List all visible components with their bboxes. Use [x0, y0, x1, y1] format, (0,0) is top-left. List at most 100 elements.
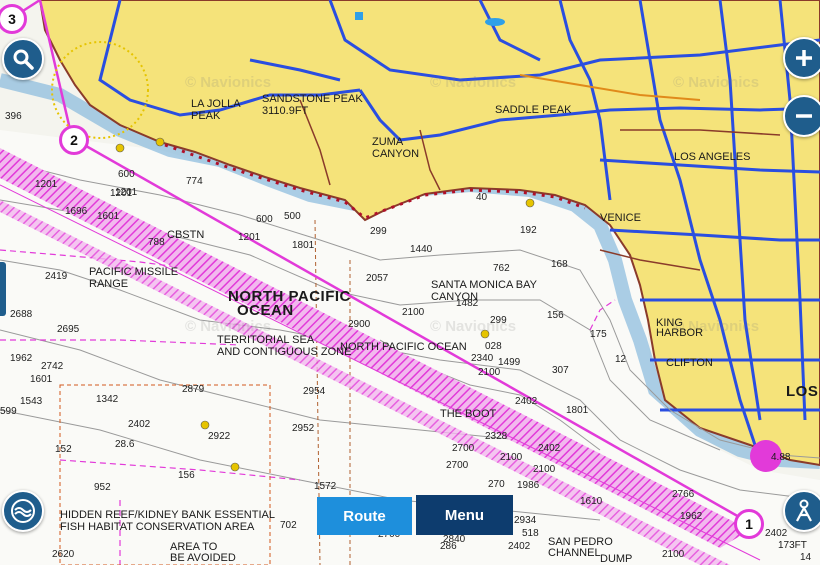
dump-label: DUMP	[600, 553, 633, 565]
channel-label: CHANNEL	[548, 547, 601, 559]
menu-button[interactable]: Menu	[416, 495, 513, 535]
watermark: © Navionics	[185, 318, 272, 335]
depth-sounding: 156	[547, 310, 564, 321]
habitat-label: HIDDEN REEF/KIDNEY BANK ESSENTIAL	[60, 509, 275, 521]
peak-height: 3110.9FT	[262, 105, 309, 117]
avoid-label: BE AVOIDED	[170, 552, 236, 564]
depth-sounding: 2879	[182, 384, 205, 395]
depth-sounding: 2402	[538, 443, 561, 454]
depth-sounding: 1201	[238, 232, 261, 243]
depth-sounding: 28.6	[115, 439, 135, 450]
depth-sounding: 2402	[515, 396, 538, 407]
depth-sounding: 774	[186, 176, 203, 187]
depth-sounding: 14	[800, 552, 812, 563]
side-panel-handle[interactable]	[0, 262, 6, 316]
watermark: © Navionics	[185, 74, 272, 91]
depth-sounding: 175	[590, 329, 607, 340]
depth-sounding: 2100	[533, 464, 556, 475]
layers-button[interactable]	[2, 490, 44, 532]
waypoint-number: 3	[8, 11, 16, 27]
depth-sounding: 1696	[65, 206, 88, 217]
depth-sounding: 518	[522, 528, 539, 539]
depth-sounding: 028	[485, 341, 502, 352]
peak-label: LA JOLLA	[191, 98, 241, 110]
depth-sounding: 2695	[57, 324, 80, 335]
depth-sounding: 192	[520, 225, 537, 236]
depth-sounding: 270	[488, 479, 505, 490]
depth-sounding: 1342	[96, 394, 119, 405]
depth-sounding: 2402	[508, 541, 531, 552]
depth-sounding: 299	[370, 226, 387, 237]
harbor-label: HARBOR	[656, 327, 704, 339]
height-label: 173FT	[778, 540, 807, 551]
waypoint-2[interactable]: 2	[59, 125, 89, 155]
range-label: RANGE	[89, 278, 129, 290]
zoom-out-button[interactable]	[783, 95, 820, 137]
depth-sounding: 1201	[110, 188, 133, 199]
route-button[interactable]: Route	[317, 497, 412, 535]
depth-sounding: 2328	[485, 431, 508, 442]
depth-sounding: 2922	[208, 431, 231, 442]
depth-sounding: 500	[284, 211, 301, 222]
search-button[interactable]	[2, 38, 44, 80]
depth-sounding: 1601	[30, 374, 53, 385]
depth-sounding: 2419	[45, 271, 68, 282]
zone-label: AND CONTIGUOUS ZONE	[217, 346, 352, 358]
depth-sounding: 1986	[517, 480, 540, 491]
depth-sounding: 286	[440, 541, 457, 552]
feature-label: THE BOOT	[440, 408, 497, 420]
depth-sounding: 40	[476, 192, 488, 203]
depth-sounding: 2057	[366, 273, 389, 284]
depth-sounding: 2620	[52, 549, 75, 560]
zone-label: TERRITORIAL SEA	[217, 334, 315, 346]
depth-sounding: 2340	[471, 353, 494, 364]
depth-label: 4.88	[771, 452, 791, 463]
depth-sounding: 2100	[478, 367, 501, 378]
bay-label: SANTA MONICA BAY	[431, 279, 537, 291]
depth-sounding: 599	[0, 406, 17, 417]
canyon-label: ZUMA	[372, 136, 404, 148]
depth-sounding: 2934	[514, 515, 537, 526]
depth-sounding: 168	[551, 259, 568, 270]
depth-sounding: 2766	[672, 489, 695, 500]
habitat-label: FISH HABITAT CONSERVATION AREA	[60, 521, 255, 533]
search-icon	[13, 49, 34, 70]
layers-icon	[11, 499, 35, 523]
tracking-button[interactable]	[783, 490, 820, 532]
depth-sounding: 1601	[97, 211, 120, 222]
depth-sounding: 2100	[500, 452, 523, 463]
depth-sounding: 1440	[410, 244, 433, 255]
canyon-label: CANYON	[372, 148, 420, 160]
depth-sounding: 702	[280, 520, 297, 531]
depth-sounding: 2402	[765, 528, 788, 539]
waypoint-1[interactable]: 1	[734, 509, 764, 539]
peak-label: SANDSTONE PEAK	[262, 93, 363, 105]
zoom-in-button[interactable]	[783, 37, 820, 79]
cable-station-label: CBSTN	[167, 229, 205, 241]
depth-sounding: 2402	[128, 419, 151, 430]
depth-sounding: 1499	[498, 357, 521, 368]
depth-sounding: 1572	[314, 481, 337, 492]
city-label: LOS	[786, 383, 819, 400]
depth-sounding: 2688	[10, 309, 33, 320]
waypoint-number: 2	[70, 132, 78, 148]
depth-sounding: 1201	[35, 179, 58, 190]
depth-sounding: 600	[118, 169, 135, 180]
depth-sounding: 1962	[10, 353, 33, 364]
depth-sounding: 2100	[662, 549, 685, 560]
depth-sounding: 762	[493, 263, 510, 274]
minus-icon	[796, 114, 812, 118]
depth-sounding: 788	[148, 237, 165, 248]
depth-sounding: 2952	[292, 423, 315, 434]
depth-sounding: 12	[615, 354, 627, 365]
plus-icon	[796, 50, 812, 66]
depth-sounding: 1962	[680, 511, 703, 522]
depth-sounding: 1801	[292, 240, 315, 251]
depth-sounding: 2100	[402, 307, 425, 318]
depth-sounding: 396	[5, 111, 22, 122]
depth-sounding: 600	[256, 214, 273, 225]
depth-sounding: 2954	[303, 386, 326, 397]
town-label: CLIFTON	[666, 357, 713, 369]
depth-sounding: 952	[94, 482, 111, 493]
depth-sounding: 1801	[566, 405, 589, 416]
